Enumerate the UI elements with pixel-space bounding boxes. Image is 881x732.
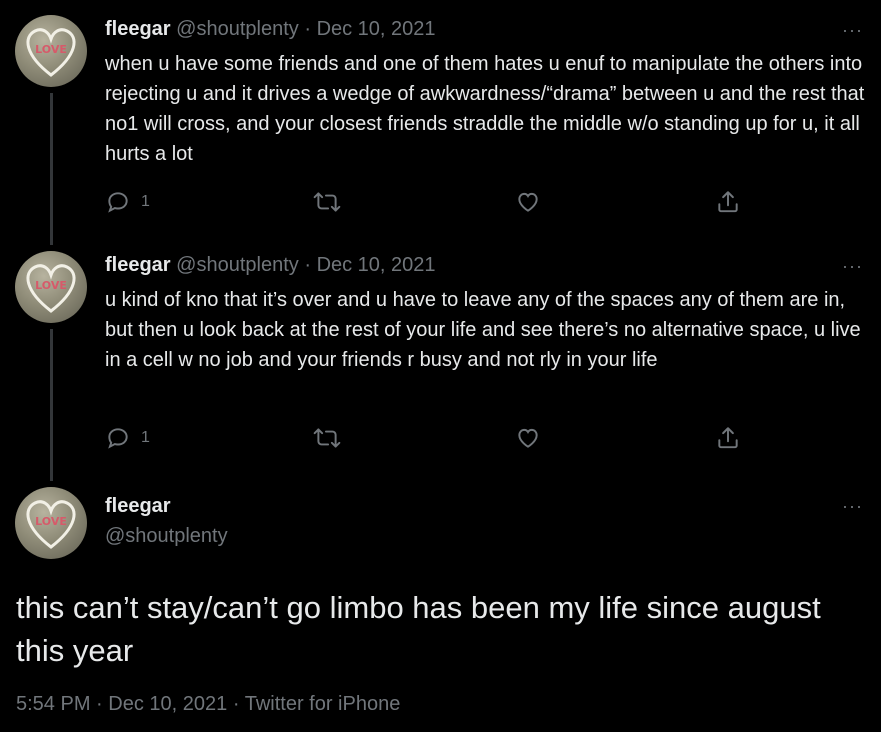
reply-count: 1 (141, 429, 150, 446)
tweet-footer: 5:54 PM · Dec 10, 2021 · Twitter for iPh… (16, 693, 400, 716)
tweet-source[interactable]: Twitter for iPhone (245, 693, 401, 715)
tweet-header: fleegar @shoutplenty · Dec 10, 2021 (105, 18, 436, 41)
tweet-actions: 1 (105, 187, 845, 217)
tweet[interactable]: LOVE fleegar @shoutplenty · Dec 10, 2021… (0, 0, 881, 240)
tweet-date[interactable]: Dec 10, 2021 (108, 693, 227, 715)
like-icon (518, 192, 538, 212)
share-button[interactable] (715, 423, 741, 453)
reply-icon (108, 428, 128, 449)
tweet-actions: 1 (105, 423, 845, 453)
avatar[interactable]: LOVE (15, 15, 87, 87)
like-button[interactable] (515, 423, 541, 453)
tweet-header: fleegar @shoutplenty · Dec 10, 2021 (105, 254, 436, 277)
retweet-button[interactable] (313, 187, 341, 217)
reply-button[interactable]: 1 (105, 187, 150, 217)
avatar-heart-graphic: LOVE (26, 28, 76, 77)
separator-dot: · (304, 18, 311, 40)
separator-dot: · (304, 254, 311, 276)
more-icon[interactable]: ··· (842, 20, 863, 41)
avatar-heart-graphic: LOVE (26, 264, 76, 313)
avatar[interactable]: LOVE (15, 487, 87, 559)
user-handle[interactable]: @shoutplenty (105, 525, 228, 548)
more-icon[interactable]: ··· (842, 256, 863, 277)
tweet[interactable]: LOVE fleegar @shoutplenty · Dec 10, 2021… (0, 236, 881, 476)
tweet-text: u kind of kno that it’s over and u have … (105, 289, 861, 371)
share-icon (718, 427, 738, 449)
share-icon (718, 191, 738, 213)
display-name[interactable]: fleegar (105, 18, 171, 40)
user-handle[interactable]: @shoutplenty (176, 254, 299, 276)
avatar-love-text: LOVE (35, 279, 67, 292)
retweet-icon (313, 428, 341, 448)
avatar-love-text: LOVE (35, 43, 67, 56)
display-name[interactable]: fleegar (105, 254, 171, 276)
tweet-text: when u have some friends and one of them… (105, 53, 865, 165)
reply-count: 1 (141, 193, 150, 210)
separator-dot: · (232, 693, 240, 715)
display-name[interactable]: fleegar (105, 495, 171, 518)
retweet-button[interactable] (313, 423, 341, 453)
more-icon[interactable]: ··· (842, 496, 863, 517)
reply-icon (108, 192, 128, 213)
share-button[interactable] (715, 187, 741, 217)
reply-button[interactable]: 1 (105, 423, 150, 453)
tweet-text: this can’t stay/can’t go limbo has been … (16, 590, 821, 668)
tweet-date[interactable]: Dec 10, 2021 (317, 254, 436, 276)
tweet-time[interactable]: 5:54 PM (16, 693, 90, 715)
avatar[interactable]: LOVE (15, 251, 87, 323)
avatar-heart-graphic: LOVE (26, 500, 76, 549)
avatar-love-text: LOVE (35, 515, 67, 528)
like-icon (518, 428, 538, 448)
like-button[interactable] (515, 187, 541, 217)
tweet-date[interactable]: Dec 10, 2021 (317, 18, 436, 40)
retweet-icon (313, 192, 341, 212)
user-handle[interactable]: @shoutplenty (176, 18, 299, 40)
separator-dot: · (96, 693, 103, 715)
